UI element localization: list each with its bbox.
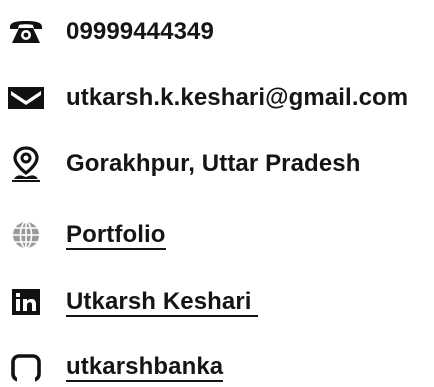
email-address[interactable]: utkarsh.k.keshari@gmail.com <box>66 84 408 112</box>
envelope-icon <box>6 78 46 118</box>
globe-icon <box>6 215 46 255</box>
phone-number[interactable]: 09999444349 <box>66 18 214 46</box>
github-icon <box>6 347 46 387</box>
linkedin-link[interactable]: Utkarsh Keshari <box>66 288 259 317</box>
telephone-icon <box>6 12 46 52</box>
contact-email: utkarsh.k.keshari@gmail.com <box>0 78 434 118</box>
github-link[interactable]: utkarshbanka <box>66 353 224 382</box>
portfolio-link[interactable]: Portfolio <box>66 221 166 250</box>
contact-location: Gorakhpur, Uttar Pradesh <box>0 144 434 184</box>
contact-phone: 09999444349 <box>0 12 434 52</box>
location-text: Gorakhpur, Uttar Pradesh <box>66 150 361 177</box>
linkedin-icon <box>6 282 46 322</box>
map-pin-icon <box>6 144 46 184</box>
contact-portfolio: Portfolio <box>0 215 434 255</box>
contact-github: utkarshbanka <box>0 347 434 387</box>
contact-linkedin: Utkarsh Keshari <box>0 282 434 322</box>
